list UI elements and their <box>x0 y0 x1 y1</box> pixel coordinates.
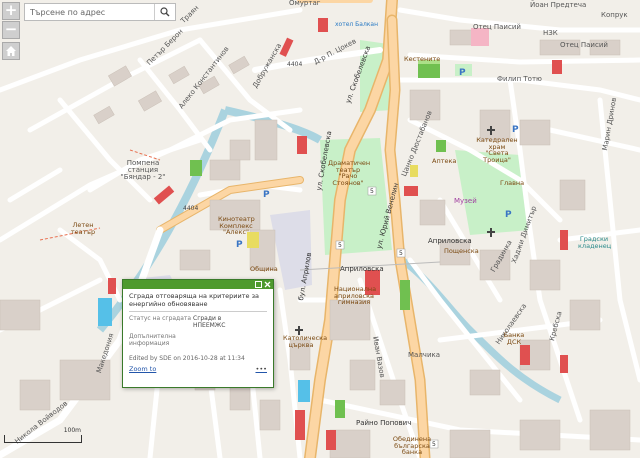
scale-label: 100m <box>63 427 81 434</box>
svg-text:5: 5 <box>370 188 374 195</box>
label-4404a: 4404 <box>287 61 303 68</box>
popup-title: Сграда отговаряща на критериите за енерг… <box>129 292 260 308</box>
label-nzk: НЗК <box>543 29 558 37</box>
zoom-to-link[interactable]: Zoom to <box>129 365 156 373</box>
label-obed: Обединена българска банка <box>392 435 432 456</box>
popup-edited: Edited by SDE on 2016-10-28 at 11:34 <box>129 355 245 362</box>
home-button[interactable] <box>2 42 20 60</box>
label-omurtag: Омуртаг <box>289 0 321 7</box>
label-rayno: Райно Попович <box>356 419 412 427</box>
svg-text:P: P <box>512 125 519 135</box>
label-koprik: Копрук <box>601 11 628 19</box>
popup-header <box>123 280 273 289</box>
scale-bar: 100m <box>4 427 82 443</box>
svg-text:5: 5 <box>338 242 342 249</box>
search-icon <box>160 7 170 17</box>
svg-text:5: 5 <box>432 441 436 448</box>
close-button[interactable] <box>264 281 271 288</box>
label-ivan: Йоан Предтеча <box>530 1 587 9</box>
label-muzei: Музей <box>454 197 477 205</box>
svg-text:5: 5 <box>399 250 403 257</box>
label-pompena: Помпена станция "Бяндар - 2" <box>120 159 166 181</box>
label-filip: Филип Тотю <box>497 75 542 83</box>
label-dram: Драматичен театър "Рачо Стоянов" <box>328 159 371 187</box>
label-glav: Главна <box>500 179 525 187</box>
svg-text:P: P <box>236 240 243 250</box>
label-kesten: Кестените <box>404 55 441 63</box>
zoom-out-button[interactable]: − <box>2 21 20 39</box>
popup-key: Статус на сградата <box>129 315 192 322</box>
label-kino: Кинотеатр Комплекс "Алекс" <box>218 215 255 236</box>
maximize-icon <box>255 281 262 288</box>
search-button[interactable] <box>153 4 175 20</box>
label-malchika: Малчика <box>408 351 441 359</box>
label-grzd: Градски кладенец <box>578 235 612 250</box>
svg-text:P: P <box>263 190 270 200</box>
popup-row-info: Допълнителна информация <box>123 333 273 347</box>
popup-value: Сгради в НПЕЕМЖС <box>193 315 226 329</box>
zoom-controls: + − <box>2 2 20 40</box>
label-banka: Банка ДСК <box>503 331 525 346</box>
label-obshtina: Община <box>250 265 278 273</box>
svg-text:P: P <box>459 68 466 78</box>
label-kat-ts: Католическа църква <box>283 334 328 349</box>
svg-text:P: P <box>505 210 512 220</box>
label-aptek: Аптека <box>432 157 457 165</box>
map-canvas[interactable]: P P P P P 5 5 5 5 Омуртаг Йоан Предтеча … <box>0 0 640 458</box>
more-actions-button[interactable]: ••• <box>255 365 267 373</box>
zoom-in-button[interactable]: + <box>2 2 20 20</box>
search-input[interactable] <box>25 4 154 20</box>
search-box <box>24 3 176 21</box>
label-hotel: хотел Балкан <box>335 21 379 28</box>
label-otets1: Отец Паисий <box>473 23 521 31</box>
label-letni: Летен театър <box>70 221 96 236</box>
popup-key: Допълнителна информация <box>129 333 176 347</box>
close-icon <box>264 281 271 288</box>
label-aprilovska1: Априловска <box>428 237 472 245</box>
label-4404b: 4404 <box>183 205 199 212</box>
info-popup: Сграда отговаряща на критериите за енерг… <box>122 279 274 388</box>
home-icon <box>6 46 16 56</box>
label-posht: Пощенска <box>444 247 479 255</box>
label-aprilovska2: Априловска <box>340 265 384 273</box>
label-cathedral: Катедрален храм "Света Троица" <box>476 136 518 164</box>
maximize-button[interactable] <box>255 281 262 288</box>
popup-row-status: Статус на сградата Сгради в НПЕЕМЖС <box>123 315 273 329</box>
label-aprilov-g: Национална априловска гимназия <box>334 285 377 306</box>
label-otets2: Отец Паисий <box>560 41 608 49</box>
